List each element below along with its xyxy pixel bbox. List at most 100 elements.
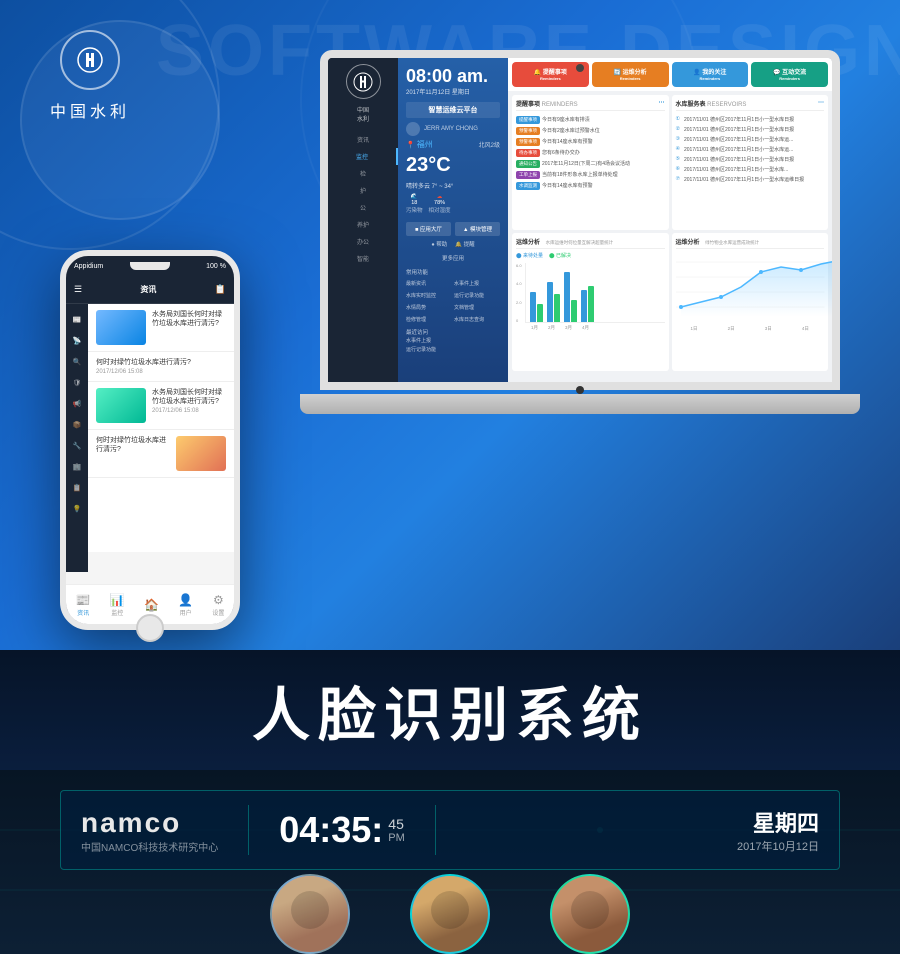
laptop-nav-protect[interactable]: 护 (328, 182, 398, 199)
chart-area: 6.04.02.00 (516, 263, 665, 323)
weather-user: JERR AMY CHONG (424, 126, 478, 132)
func-item-6[interactable]: 文档管理 (454, 302, 500, 312)
alert-tag-5: 通知公告 (516, 160, 540, 168)
alert-item-4[interactable]: 待办事项 您有6条待办交办 (516, 147, 665, 158)
func-item-4[interactable]: 运行记录功能 (454, 290, 500, 300)
sidebar-icon-check[interactable]: 🔍 (69, 354, 85, 370)
tab-interact[interactable]: 💬 互动交流Reminders (751, 62, 828, 87)
alert-item-1[interactable]: 提醒事项 今日有9座水库有排渍 (516, 114, 665, 125)
phone-notch (130, 262, 170, 270)
namco-divider-2 (435, 805, 436, 855)
news-item-2[interactable]: 何时对绿竹垃圾水库进行清污? 2017/12/06 15:08 (88, 352, 234, 382)
weather-temp: 23°C (406, 154, 500, 177)
bottom-nav-user[interactable]: 👤 用户 (178, 593, 193, 617)
laptop-nav-check[interactable]: 检 (328, 165, 398, 182)
reservoir-item-6[interactable]: ⑥ 2017/11/01 德州区2017年11月1日小一型水库... (676, 164, 825, 174)
news-text-3: 水务局刘国长何时对绿竹垃圾水库进行清污? 2017/12/06 15:08 (152, 388, 226, 414)
func-item-1[interactable]: 最新资讯 (406, 278, 452, 288)
bar-4-blue (581, 290, 587, 322)
alert-tag-7: 水调监测 (516, 182, 540, 190)
bottom-nav-center[interactable]: 🏠 (144, 598, 159, 612)
sidebar-icon-materials[interactable]: 📋 (69, 480, 85, 496)
phone-nav-bar: ☰ 资讯 📋 (66, 276, 234, 304)
tab-analysis[interactable]: 🔄 运维分析Reminders (592, 62, 669, 87)
weather-actions: ■ 应用大厅 ▲ 模块管理 (406, 222, 500, 236)
bottom-nav-settings[interactable]: ⚙ 设置 (212, 593, 224, 617)
alert-item-7[interactable]: 水调监测 今日有14座水库有预警 (516, 180, 665, 191)
alert-item-5[interactable]: 通知公告 2017年11月12日(下周二)有4场会议活动 (516, 158, 665, 169)
line-chart (676, 252, 825, 322)
reservoir-item-3[interactable]: ③ 2017/11/01 德州区2017年11月1日小一型水库运... (676, 134, 825, 144)
laptop-base (300, 394, 860, 414)
laptop-nav-office[interactable]: 办公 (328, 233, 398, 250)
sidebar-icon-protect[interactable]: 🛡 (69, 375, 85, 391)
phone-container: Appidium 11:27 AM 100 % ☰ 资讯 📋 📰 📡 🔍 🛡 � (60, 250, 240, 630)
func-item-5[interactable]: 水情局势 (406, 302, 452, 312)
recent-item-2[interactable]: 运行记录功能 (406, 345, 500, 354)
chart-right-panel: 运维分析 绿竹物业水库运营成效统计 (672, 233, 829, 371)
laptop-nav-monitor[interactable]: 监控 (328, 148, 398, 165)
face-avatars (0, 874, 900, 954)
sidebar-icon-office[interactable]: 🏢 (69, 459, 85, 475)
news-item-1[interactable]: 水务局刘国长何时对绿竹垃圾水库进行清污? (88, 304, 234, 352)
icon-help[interactable]: ● 帮助 (431, 240, 447, 248)
action-btn-2[interactable]: ▲ 模块管理 (455, 222, 500, 236)
reservoir-item-1[interactable]: ① 2017/11/01 德州区2017年11月1日小一型水库日报 (676, 114, 825, 124)
phone-news-content: 水务局刘国长何时对绿竹垃圾水库进行清污? 何时对绿竹垃圾水库进行清污? 2017… (88, 304, 234, 552)
weather-more[interactable]: 更多应用 (406, 254, 500, 262)
namco-panel: namco 中国NAMCO科技技术研究中心 04:35: 45 PM 星期四 2… (60, 790, 840, 870)
func-item-7[interactable]: 检修管理 (406, 314, 452, 324)
action-btn-1[interactable]: ■ 应用大厅 (406, 222, 451, 236)
weather-city: 福州 (417, 139, 433, 150)
news-item-4[interactable]: 何时对绿竹垃圾水库进行清污? (88, 430, 234, 478)
chart-right-xaxis: 1日2日3日4日 (676, 326, 825, 332)
recent-item-1[interactable]: 水事件上报 (406, 336, 500, 345)
sidebar-icon-public[interactable]: 📢 (69, 396, 85, 412)
laptop-nav-maintain[interactable]: 养护 (328, 216, 398, 233)
laptop-nav-public[interactable]: 公 (328, 199, 398, 216)
reservoir-item-5[interactable]: ⑤ 2017/11/01 德州区2017年11月1日小一型水库日报 (676, 154, 825, 164)
func-item-8[interactable]: 水库日志查询 (454, 314, 500, 324)
phone-nav-title: 资讯 (140, 284, 156, 295)
bar-3-green (571, 300, 577, 322)
home-button[interactable] (136, 614, 164, 642)
sidebar-icon-monitor[interactable]: 📡 (69, 333, 85, 349)
alerts-panel-title: 提醒事项 REMINDERS ⋯ (516, 99, 665, 111)
alert-item-3[interactable]: 预警事项 今日有14座水库有预警 (516, 136, 665, 147)
laptop-nav-smart[interactable]: 智能 (328, 250, 398, 267)
reservoir-item-4[interactable]: ④ 2017/11/01 德州区2017年11月1日小一型水库运... (676, 144, 825, 154)
laptop-notch (576, 386, 584, 394)
laptop-container: 中国水利 资讯 监控 检 护 公 养护 办公 智能 08:00 am. 2017… (290, 50, 870, 470)
laptop-nav-news[interactable]: 资讯 (328, 131, 398, 148)
face-avatar-3 (550, 874, 630, 954)
func-item-2[interactable]: 水事件上报 (454, 278, 500, 288)
bottom-nav-news[interactable]: 📰 资讯 (76, 593, 91, 617)
bar-group-2 (547, 282, 560, 322)
bar-group-3 (564, 272, 577, 322)
namco-name: namco (81, 807, 218, 839)
reservoir-item-2[interactable]: ② 2017/11/01 德州区2017年11月1日小一型水库日报 (676, 124, 825, 134)
middle-section: 人脸识别系统 (0, 650, 900, 770)
func-item-3[interactable]: 水库实时监控 (406, 290, 452, 300)
sidebar-icon-maintain[interactable]: 🔧 (69, 438, 85, 454)
icon-alarm[interactable]: 🔔 提醒 (455, 240, 474, 248)
phone-frame: Appidium 11:27 AM 100 % ☰ 资讯 📋 📰 📡 🔍 🛡 � (60, 250, 240, 630)
sidebar-icon-collect[interactable]: 📦 (69, 417, 85, 433)
sidebar-icon-smart[interactable]: 💡 (69, 501, 85, 517)
reservoir-title: 水库服务表 RESERVOIRS ⋯ (676, 99, 825, 111)
news-thumb-1 (96, 310, 146, 345)
bottom-nav-monitor[interactable]: 📊 监控 (110, 593, 125, 617)
news-item-3[interactable]: 水务局刘国长何时对绿竹垃圾水库进行清污? 2017/12/06 15:08 (88, 382, 234, 430)
chart-right-title: 运维分析 绿竹物业水库运营成效统计 (676, 237, 825, 249)
laptop-inner: 中国水利 资讯 监控 检 护 公 养护 办公 智能 08:00 am. 2017… (328, 58, 832, 382)
tab-focus[interactable]: 👤 我的关注Reminders (672, 62, 749, 87)
bar-1-blue (530, 292, 536, 322)
bar-4-green (588, 286, 594, 322)
alert-item-2[interactable]: 预警事项 今日有2座水库过预警水位 (516, 125, 665, 136)
bottom-section: namco 中国NAMCO科技技术研究中心 04:35: 45 PM 星期四 2… (0, 770, 900, 954)
alert-item-6[interactable]: 工单上报 当前有18件形象水库上报单待处理 (516, 169, 665, 180)
carrier: Appidium (74, 263, 103, 270)
func-title: 常用功能 (406, 268, 500, 276)
sidebar-icon-news[interactable]: 📰 (69, 312, 85, 328)
reservoir-item-7[interactable]: ⑦ 2017/11/01 德州区2017年11月1日小一型水库运维日报 (676, 174, 825, 184)
